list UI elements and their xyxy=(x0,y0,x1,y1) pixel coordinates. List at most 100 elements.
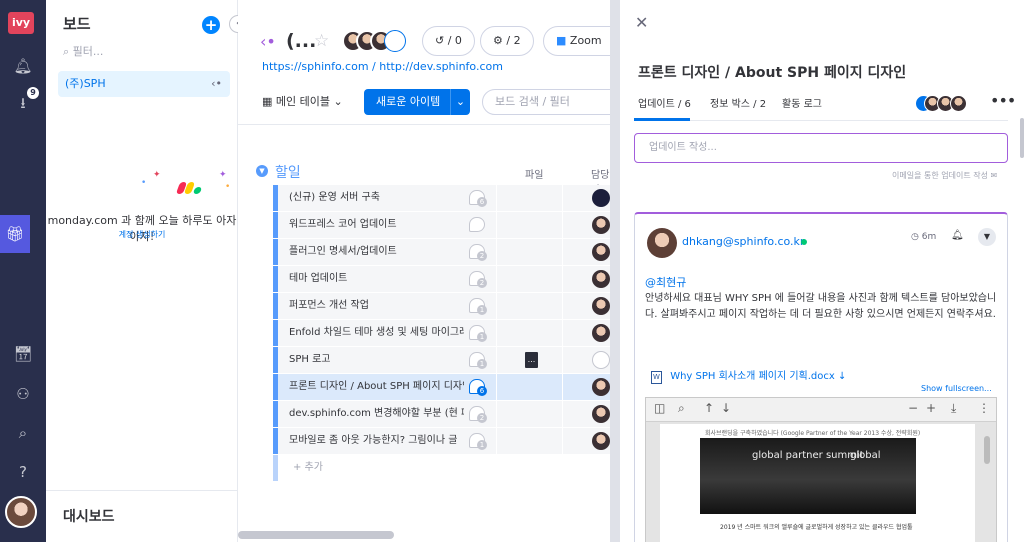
zoom-in-icon[interactable]: + xyxy=(926,401,936,415)
item-title[interactable]: 프론트 디자인 / About SPH 페이지 디자인 xyxy=(638,62,906,82)
updates-icon[interactable]: 1 xyxy=(469,433,487,450)
mention[interactable]: @최현규 xyxy=(645,274,686,290)
show-fullscreen-link[interactable]: Show fullscreen... xyxy=(921,384,992,393)
item-name[interactable]: Enfold 차일드 테마 생성 및 세팅 마이그레... xyxy=(289,320,464,346)
owner-avatar[interactable] xyxy=(592,351,610,369)
updates-icon[interactable]: 2 xyxy=(469,271,487,288)
close-icon[interactable]: ✕ xyxy=(635,13,648,32)
item-name[interactable]: 퍼포먼스 개선 작업 xyxy=(289,293,464,319)
group-title[interactable]: 할일 xyxy=(275,162,301,182)
integrations-button[interactable]: ⚙ / 2 xyxy=(480,26,534,56)
item-name[interactable]: dev.sphinfo.com 변경해야할 부분 (현 페... xyxy=(289,401,464,427)
viewer-scrollbar[interactable] xyxy=(984,436,990,464)
updates-icon[interactable]: 6 xyxy=(469,379,487,396)
item-name[interactable]: SPH 로고 xyxy=(289,347,464,373)
table-row[interactable]: 프론트 디자인 / About SPH 페이지 디자인 6 xyxy=(273,374,618,401)
owner-avatar[interactable] xyxy=(592,405,610,423)
updates-icon[interactable]: 1 xyxy=(469,325,487,342)
chevron-down-icon[interactable]: ⌄ xyxy=(450,89,470,115)
add-item-row[interactable]: + 추가 xyxy=(273,455,618,481)
email-update-link[interactable]: 이메일을 통한 업데이트 작성 ✉ xyxy=(892,170,997,181)
search-icon[interactable]: ⌕ xyxy=(678,401,685,416)
update-author[interactable]: dhkang@sphinfo.co.kr xyxy=(682,235,804,248)
author-avatar[interactable] xyxy=(647,228,677,258)
zoom-button[interactable]: ■ Zoom xyxy=(543,26,618,56)
updates-icon[interactable]: 6 xyxy=(469,190,487,207)
updates-icon[interactable]: 2 xyxy=(469,406,487,423)
board-name[interactable]: (... xyxy=(286,30,316,52)
owner-avatar[interactable] xyxy=(592,324,610,342)
item-name[interactable]: 플러그인 명세서/업데이트 xyxy=(289,239,464,265)
tab-info-box[interactable]: 정보 박스 / 2 xyxy=(710,95,766,110)
create-account-link[interactable]: 계정 생성하기 xyxy=(46,229,238,240)
video-icon: ■ xyxy=(556,34,567,47)
zoom-out-icon[interactable]: − xyxy=(908,401,918,415)
activity-button[interactable]: ↺ / 0 xyxy=(422,26,475,56)
view-selector[interactable]: ▦ 메인 테이블 ⌄ xyxy=(262,93,343,109)
item-name[interactable]: 프론트 디자인 / About SPH 페이지 디자인 xyxy=(289,374,464,400)
owner-avatar[interactable] xyxy=(592,270,610,288)
board-filter-input[interactable]: ⌕ 필터... xyxy=(63,43,103,59)
owner-avatar[interactable] xyxy=(592,189,610,207)
table-row[interactable]: SPH 로고 1... xyxy=(273,347,618,374)
horizontal-scrollbar[interactable] xyxy=(238,531,394,539)
more-options-icon[interactable]: ••• xyxy=(990,91,1016,110)
gift-icon[interactable]: 🎁︎ xyxy=(0,215,30,253)
tab-activity-log[interactable]: 활동 로그 xyxy=(782,95,822,110)
panel-scrollbar[interactable] xyxy=(1020,118,1024,158)
item-name[interactable]: (신규) 운영 서버 구축 xyxy=(289,185,464,211)
item-subscribers[interactable] xyxy=(915,94,975,114)
table-row[interactable]: 워드프레스 코어 업데이트 xyxy=(273,212,618,239)
table-row[interactable]: 플러그인 명세서/업데이트 2 xyxy=(273,239,618,266)
owner-avatar[interactable] xyxy=(592,243,610,261)
updates-icon[interactable]: 1 xyxy=(469,352,487,369)
owner-avatar[interactable] xyxy=(592,378,610,396)
write-update-input[interactable]: 업데이트 작성... xyxy=(634,133,1008,163)
document-viewer[interactable]: ◫ ⌕ ↑ ↓ − + ⤓ ⋮ 회사브랜딩을 구축하였습니다 (Google P… xyxy=(645,397,997,542)
dashboard-title[interactable]: 대시보드 xyxy=(63,506,115,526)
column-header-files[interactable]: 파일 xyxy=(525,166,543,181)
search-icon[interactable]: ⌕ xyxy=(11,421,35,445)
share-icon[interactable]: ‹• xyxy=(260,32,276,51)
tab-updates[interactable]: 업데이트 / 6 xyxy=(638,95,691,110)
invite-user-icon[interactable]: ⚇ xyxy=(11,382,35,406)
item-name[interactable]: 모바일로 좀 아웃 가능한지? 그림이나 글 xyxy=(289,428,464,454)
board-search-input[interactable]: 보드 검색 / 필터 xyxy=(482,89,618,115)
star-icon[interactable]: ☆ xyxy=(314,31,329,51)
table-row[interactable]: dev.sphinfo.com 변경해야할 부분 (현 페... 2 xyxy=(273,401,618,428)
updates-icon[interactable] xyxy=(469,217,485,232)
owner-avatar[interactable] xyxy=(592,432,610,450)
table-row[interactable]: (신규) 운영 서버 구축 6 xyxy=(273,185,618,212)
previous-page-icon[interactable]: ↑ xyxy=(704,401,714,415)
help-icon[interactable]: ? xyxy=(11,460,35,484)
promo-graphic: • ✦ ✦ • xyxy=(141,170,241,196)
attachment-link[interactable]: W Why SPH 회사소개 페이지 기획.docx ↓ xyxy=(651,367,846,384)
board-item[interactable]: (주)SPH ‹• xyxy=(58,71,230,97)
calendar-icon[interactable]: 📅︎ xyxy=(11,342,35,366)
item-name[interactable]: 테마 업데이트 xyxy=(289,266,464,292)
add-board-button[interactable]: + xyxy=(202,16,220,34)
updates-icon[interactable]: 1 xyxy=(469,298,487,315)
board-description[interactable]: https://sphinfo.com / http://dev.sphinfo… xyxy=(262,60,503,73)
table-row[interactable]: Enfold 차일드 테마 생성 및 세팅 마이그레... 1 xyxy=(273,320,618,347)
new-item-button[interactable]: 새로운 아이템 ⌄ xyxy=(364,89,470,115)
file-icon[interactable]: ... xyxy=(525,352,538,368)
owner-avatar[interactable] xyxy=(592,297,610,315)
group-collapse-icon[interactable]: ▼ xyxy=(256,165,268,177)
more-options-icon[interactable]: ⋮ xyxy=(978,401,990,415)
item-name[interactable]: 워드프레스 코어 업데이트 xyxy=(289,212,464,238)
table-row[interactable]: 테마 업데이트 2 xyxy=(273,266,618,293)
update-menu-button[interactable]: ▼ xyxy=(978,228,996,246)
table-row[interactable]: 모바일로 좀 아웃 가능한지? 그림이나 글 1 xyxy=(273,428,618,455)
board-members[interactable] xyxy=(342,29,408,53)
updates-icon[interactable]: 2 xyxy=(469,244,487,261)
owner-avatar[interactable] xyxy=(592,216,610,234)
bell-icon[interactable]: 🔔︎ xyxy=(951,230,964,241)
table-row[interactable]: 퍼포먼스 개선 작업 1 xyxy=(273,293,618,320)
user-avatar[interactable] xyxy=(5,496,37,528)
sidebar-toggle-icon[interactable]: ◫ xyxy=(654,401,665,415)
app-logo[interactable]: ivy xyxy=(8,12,34,34)
download-icon[interactable]: ⤓ xyxy=(951,401,956,416)
bell-icon[interactable]: 🔔︎ xyxy=(11,54,35,78)
next-page-icon[interactable]: ↓ xyxy=(721,401,731,415)
